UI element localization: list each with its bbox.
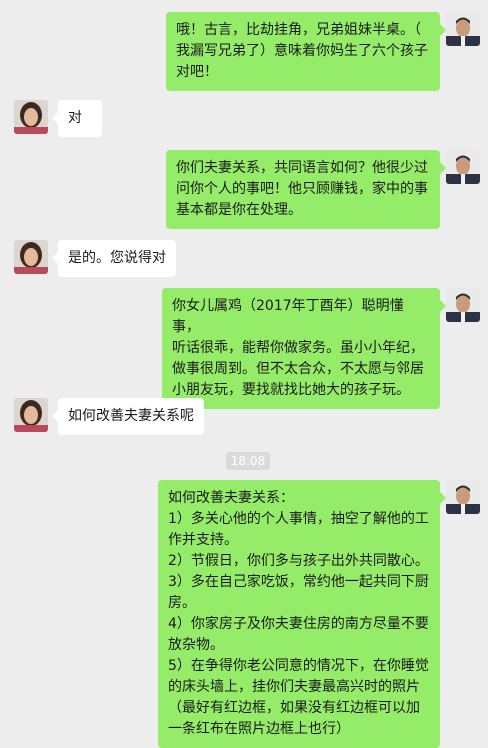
message-line: 1）多关心他的个人事情，抽空了解他的工 [168, 511, 429, 527]
message-line: 房。 [168, 595, 196, 611]
message-line: 对 [68, 110, 82, 126]
message-line: 的床头墙上，挂你们夫妻最高兴时的照片 [168, 679, 420, 695]
message-line: 你们夫妻关系，共同语言如何？他很少过 [176, 160, 428, 176]
sender-avatar[interactable] [446, 480, 480, 514]
outgoing-message[interactable]: 你女儿属鸡（2017年丁酉年）聪明懂事， 听话很乖，能帮你做家务。虽小小年纪， … [162, 288, 446, 409]
contact-avatar[interactable] [14, 398, 48, 432]
message-line: 做事很周到。但不太合众，不太愿与邻居 [172, 361, 424, 377]
message-line: （最好有红边框，如果没有红边框可以加 [168, 700, 420, 716]
message-line: 是的。您说得对 [68, 250, 166, 266]
incoming-message[interactable]: 是的。您说得对 [52, 240, 176, 277]
sender-avatar[interactable] [446, 12, 480, 46]
message-line: 听话很乖，能帮你做家务。虽小小年纪， [172, 340, 424, 356]
message-line: 4）你家房子及你夫妻住房的南方尽量不要 [168, 616, 429, 632]
sender-avatar[interactable] [446, 150, 480, 184]
message-line: 如何改善夫妻关系： [168, 490, 294, 506]
contact-avatar[interactable] [14, 100, 48, 134]
message-line: 作并支持。 [168, 532, 238, 548]
outgoing-message[interactable]: 哦！古言，比劫挂角，兄弟姐妹半桌。（ 我漏写兄弟了）意味着你妈生了六个孩子 对吧… [166, 12, 446, 91]
message-line: 你女儿属鸡（2017年丁酉年）聪明懂事， [172, 298, 404, 335]
contact-avatar[interactable] [14, 240, 48, 274]
message-line: 基本都是你在处理。 [176, 202, 302, 218]
message-line: 小朋友玩，要找就找比她大的孩子玩。 [172, 382, 410, 398]
outgoing-message[interactable]: 如何改善夫妻关系： 1）多关心他的个人事情，抽空了解他的工 作并支持。 2）节假… [158, 480, 446, 748]
incoming-message[interactable]: 如何改善夫妻关系呢 [52, 398, 204, 435]
message-line: 放杂物。 [168, 637, 224, 653]
incoming-message[interactable]: 对 [52, 100, 102, 137]
message-line: 哦！古言，比劫挂角，兄弟姐妹半桌。（ [176, 22, 421, 38]
message-line: 3）多在自己家吃饭，常约他一起共同下厨 [168, 574, 429, 590]
timestamp-divider: 18:08 [226, 452, 270, 470]
message-line: 我漏写兄弟了）意味着你妈生了六个孩子 [176, 43, 428, 59]
outgoing-message[interactable]: 你们夫妻关系，共同语言如何？他很少过 问你个人的事吧！他只顾赚钱，家中的事 基本… [166, 150, 446, 229]
message-line: 如何改善夫妻关系呢 [68, 408, 194, 424]
message-line: 对吧！ [176, 64, 218, 80]
message-line: 一条红布在照片边框上也行） [168, 721, 350, 737]
message-line: 5）在争得你老公同意的情况下，在你睡觉 [168, 658, 429, 674]
message-line: 问你个人的事吧！他只顾赚钱，家中的事 [176, 181, 428, 197]
message-line: 2）节假日，你们多与孩子出外共同散心。 [168, 553, 429, 569]
sender-avatar[interactable] [446, 288, 480, 322]
